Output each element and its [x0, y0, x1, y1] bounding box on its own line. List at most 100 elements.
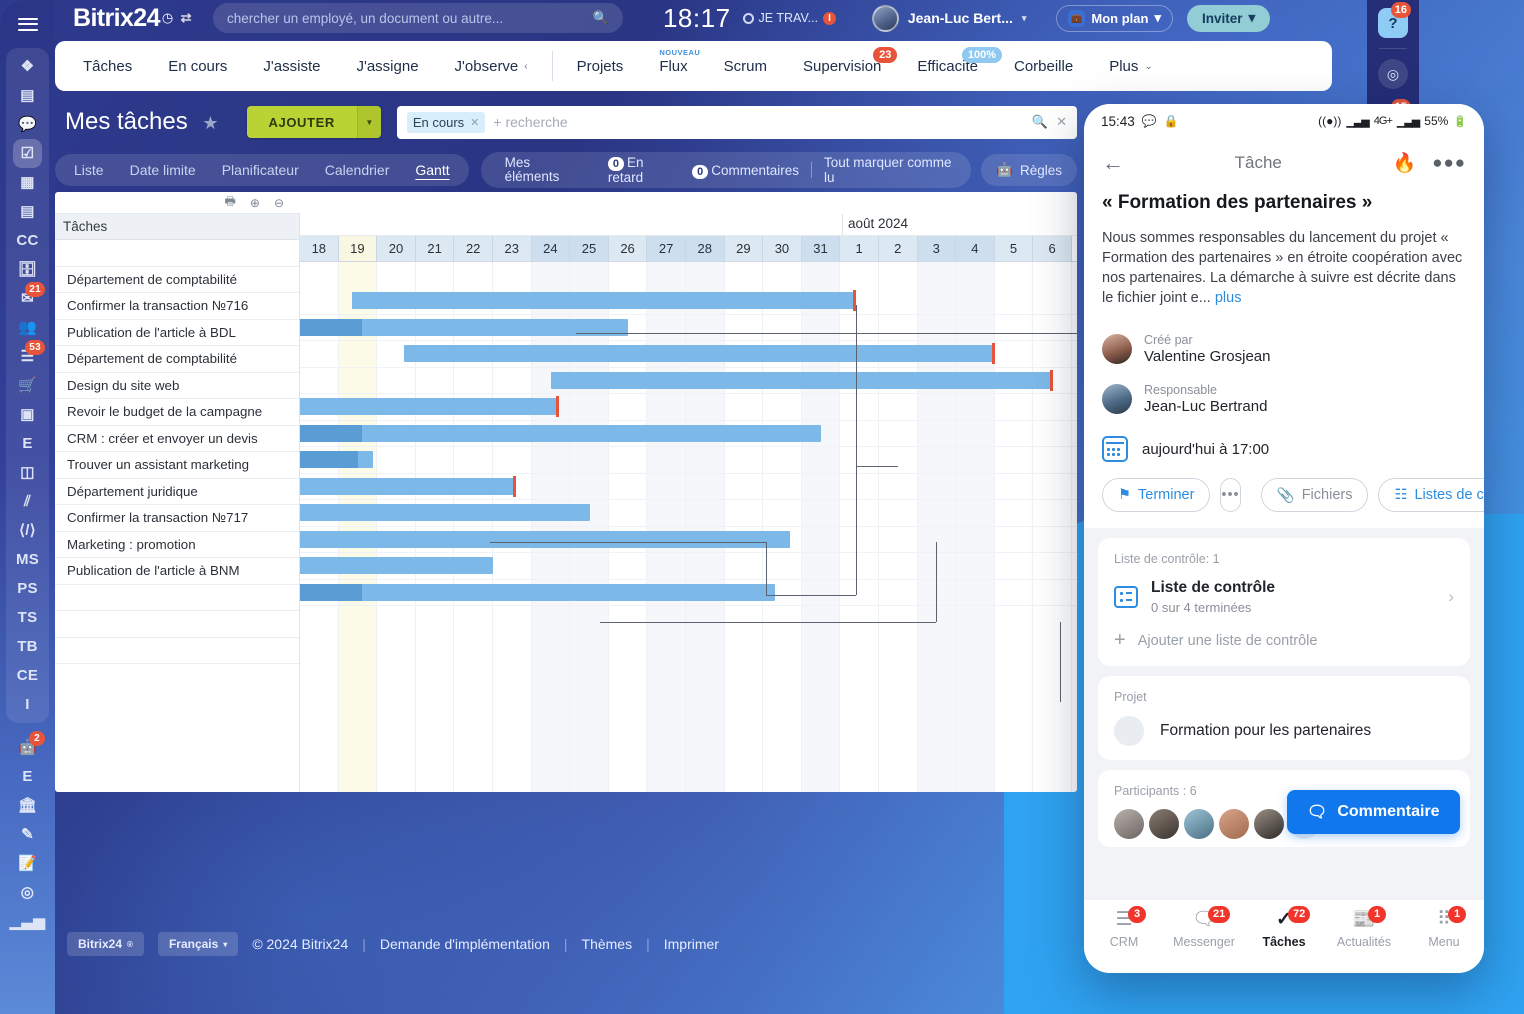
phone-tab-messenger[interactable]: 🗨Messenger21: [1164, 910, 1244, 949]
checklist-item[interactable]: Liste de contrôle 0 sur 4 terminées ›: [1114, 579, 1454, 615]
view-tab-gantt[interactable]: Gantt: [402, 162, 462, 178]
invite-button[interactable]: Inviter ▾: [1187, 5, 1270, 32]
global-search[interactable]: 🔍: [213, 3, 623, 33]
sidebar-item-tb-icon[interactable]: TB: [6, 632, 49, 661]
add-task-label[interactable]: AJOUTER: [247, 106, 357, 138]
view-tab-planificateur[interactable]: Planificateur: [209, 162, 312, 178]
gantt-task-row[interactable]: Confirmer la transaction №716: [55, 293, 299, 320]
gantt-task-row[interactable]: Confirmer la transaction №717: [55, 505, 299, 532]
sidebar-item-target-icon[interactable]: ◎: [6, 878, 49, 907]
phone-tab-actualit-s[interactable]: 📰Actualités1: [1324, 910, 1404, 949]
filter-chip[interactable]: En cours ✕: [407, 112, 486, 133]
sidebar-item-feed-icon[interactable]: ▤: [6, 81, 49, 110]
gantt-bar[interactable]: [551, 372, 1053, 389]
close-icon[interactable]: ✕: [470, 116, 479, 129]
footer-link-implementation[interactable]: Demande d'implémentation: [380, 936, 550, 952]
footer-link-print[interactable]: Imprimer: [664, 936, 719, 952]
sidebar-item-sign-icon[interactable]: ✎: [6, 820, 49, 849]
nav-tab-j-observe[interactable]: J'observe‹: [437, 41, 546, 91]
add-task-button[interactable]: AJOUTER ▼: [247, 106, 381, 138]
comments-counter[interactable]: 0Commentaires: [692, 163, 799, 178]
chevron-down-icon[interactable]: ▼: [357, 106, 381, 138]
gantt-task-row[interactable]: Département de comptabilité: [55, 346, 299, 373]
checklists-button[interactable]: ☷ Listes de co: [1378, 478, 1484, 512]
phone-tab-t-ches[interactable]: ✓Tâches72: [1244, 910, 1324, 949]
nav-tab-j-assigne[interactable]: J'assigne: [338, 41, 436, 91]
sidebar-item-cc-icon[interactable]: CC: [6, 226, 49, 255]
work-status[interactable]: JE TRAV... I: [743, 11, 836, 25]
sidebar-item-mail-icon[interactable]: ✉21: [6, 284, 49, 313]
sidebar-item-box-icon[interactable]: ◫: [6, 458, 49, 487]
phone-tab-menu[interactable]: ⠿Menu1: [1404, 910, 1484, 949]
search-icon[interactable]: 🔍: [593, 10, 609, 26]
sidebar-item-storage-icon[interactable]: 🗄: [6, 255, 49, 284]
sidebar-item-i-icon[interactable]: I: [6, 690, 49, 719]
nav-tab-projets[interactable]: Projets: [559, 41, 642, 91]
gantt-bar[interactable]: [300, 557, 493, 574]
gantt-bar[interactable]: [300, 451, 373, 468]
comment-button[interactable]: 🗨 Commentaire: [1287, 790, 1460, 834]
sidebar-item-contacts-icon[interactable]: 👥: [6, 313, 49, 342]
user-menu[interactable]: Jean-Luc Bert... ▾: [872, 5, 1027, 32]
sidebar-item-shop-icon[interactable]: 🛒: [6, 371, 49, 400]
gantt-task-row[interactable]: Marketing : promotion: [55, 532, 299, 559]
nav-tab-corbeille[interactable]: Corbeille: [996, 41, 1091, 91]
nav-tab-efficacit-[interactable]: Efficacité100%: [899, 41, 996, 91]
phone-tab-crm[interactable]: ☰CRM3: [1084, 910, 1164, 949]
project-row[interactable]: Formation pour les partenaires: [1114, 716, 1454, 746]
sidebar-item-ts-icon[interactable]: TS: [6, 603, 49, 632]
sidebar-item-e-icon[interactable]: E: [6, 429, 49, 458]
gantt-task-row[interactable]: CRM : créer et envoyer un devis: [55, 426, 299, 453]
view-tab-calendrier[interactable]: Calendrier: [312, 162, 403, 178]
switch-icon[interactable]: ⇄: [181, 10, 191, 26]
search-input[interactable]: [227, 11, 593, 26]
gantt-task-row[interactable]: Revoir le budget de la campagne: [55, 399, 299, 426]
sidebar-item-ce-icon[interactable]: CE: [6, 661, 49, 690]
gantt-bar[interactable]: [404, 345, 995, 362]
sidebar-item-workspace-icon[interactable]: ❖: [6, 52, 49, 81]
filter-placeholder[interactable]: + recherche: [493, 114, 1024, 130]
deadline-row[interactable]: aujourd'hui à 17:00: [1084, 424, 1484, 478]
zoom-in-icon[interactable]: ⊕: [250, 196, 260, 210]
print-icon[interactable]: 🖶: [225, 192, 236, 213]
sidebar-item-drive-icon[interactable]: ▤: [6, 197, 49, 226]
nav-tab-scrum[interactable]: Scrum: [706, 41, 785, 91]
sidebar-item-calendar-icon[interactable]: ▦: [6, 168, 49, 197]
sidebar-item-analytics-icon[interactable]: ▁▃▅: [6, 907, 49, 936]
sidebar-item-e2-icon[interactable]: E: [6, 762, 49, 791]
nav-tab-j-assiste[interactable]: J'assiste: [245, 41, 338, 91]
back-arrow-icon[interactable]: ←: [1102, 150, 1124, 176]
gantt-task-row[interactable]: Département de comptabilité: [55, 267, 299, 294]
add-checklist-button[interactable]: + Ajouter une liste de contrôle: [1114, 629, 1454, 652]
more-options-icon[interactable]: ●●●: [1432, 153, 1466, 173]
creator-row[interactable]: Créé par Valentine Grosjean: [1084, 324, 1484, 374]
nav-tab-en-cours[interactable]: En cours: [150, 41, 245, 91]
sidebar-item-docs-icon[interactable]: 📝: [6, 849, 49, 878]
sidebar-item-lines-icon[interactable]: ⫽: [6, 487, 49, 516]
gantt-bar[interactable]: [300, 584, 775, 601]
sidebar-item-crm-icon[interactable]: ☰53: [6, 342, 49, 371]
gantt-task-row[interactable]: Design du site web: [55, 373, 299, 400]
nav-tab-supervision[interactable]: Supervision23: [785, 41, 899, 91]
gantt-bar[interactable]: [300, 478, 516, 495]
gantt-task-row[interactable]: Trouver un assistant marketing: [55, 452, 299, 479]
responsible-row[interactable]: Responsable Jean-Luc Bertrand: [1084, 374, 1484, 424]
nav-tab-flux[interactable]: NOUVEAUFlux: [641, 41, 705, 91]
nav-tab-plus[interactable]: Plus⌄: [1091, 41, 1171, 91]
view-tab-date-limite[interactable]: Date limite: [117, 162, 209, 178]
right-rail-item-help-icon[interactable]: ?16: [1367, 0, 1419, 46]
sidebar-item-code-icon[interactable]: ⟨/⟩: [6, 516, 49, 545]
gantt-bar[interactable]: [300, 398, 559, 415]
clear-icon[interactable]: ✕: [1056, 114, 1067, 130]
nav-tab-t-ches[interactable]: Tâches: [65, 41, 150, 91]
gantt-bar[interactable]: [352, 292, 856, 309]
footer-brand[interactable]: Bitrix24®: [67, 932, 144, 956]
sidebar-item-ms-icon[interactable]: MS: [6, 545, 49, 574]
more-actions-button[interactable]: •••: [1220, 478, 1240, 512]
flame-icon[interactable]: 🔥: [1393, 151, 1417, 175]
sidebar-item-ps-icon[interactable]: PS: [6, 574, 49, 603]
gantt-bar[interactable]: [300, 531, 790, 548]
footer-link-themes[interactable]: Thèmes: [582, 936, 633, 952]
filter-search-bar[interactable]: En cours ✕ + recherche 🔍 ✕: [397, 106, 1077, 139]
favorite-star-icon[interactable]: ★: [202, 113, 218, 133]
